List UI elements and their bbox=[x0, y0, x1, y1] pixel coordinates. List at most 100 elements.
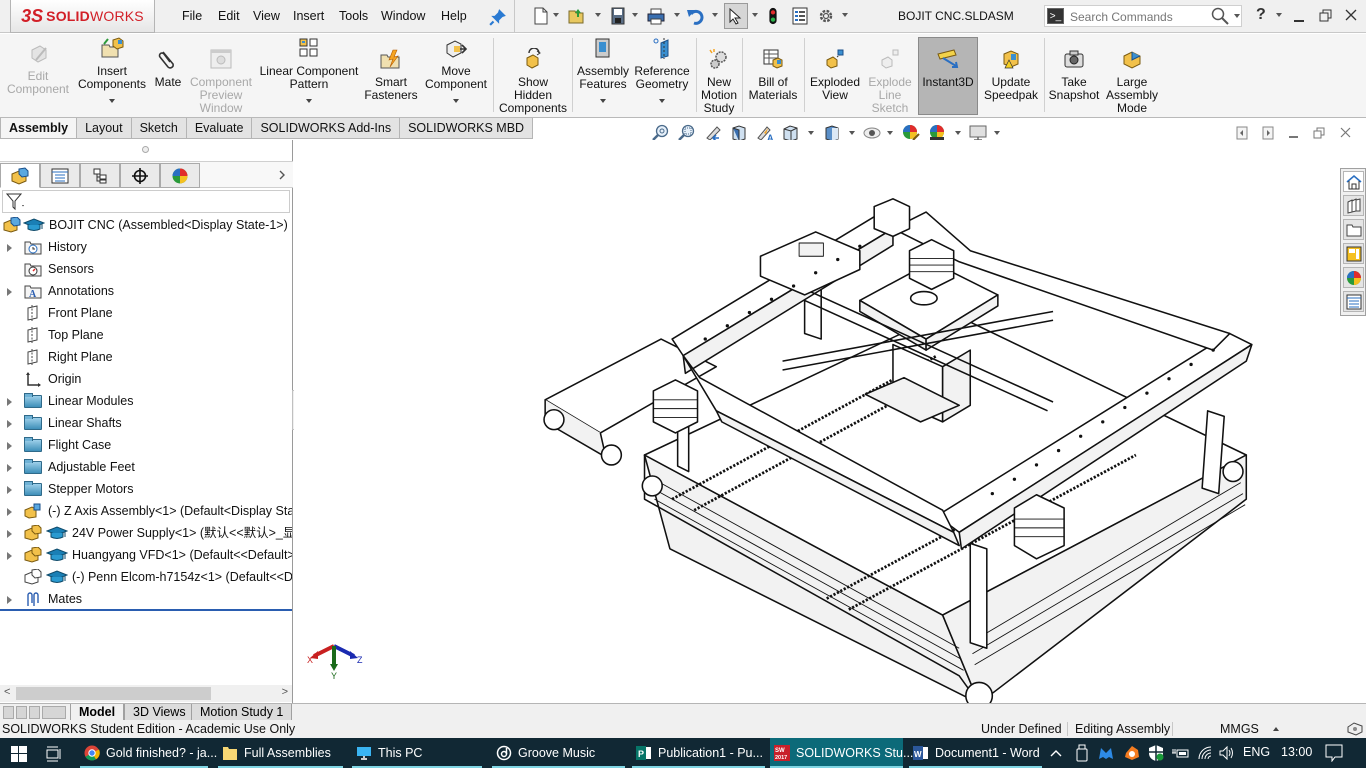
move-component-dropdown-icon[interactable] bbox=[453, 99, 459, 103]
apply-scene-dropdown-icon[interactable] bbox=[955, 131, 961, 135]
mate-button[interactable]: Mate bbox=[152, 34, 184, 116]
open-dropdown-icon[interactable] bbox=[595, 13, 601, 17]
document-minimize-button[interactable] bbox=[1289, 136, 1298, 138]
expand-arrow-icon[interactable] bbox=[7, 420, 12, 428]
next-document-icon[interactable] bbox=[1262, 126, 1274, 140]
system-clock[interactable]: 13:00 bbox=[1281, 745, 1312, 759]
instant3d-button[interactable]: Instant3D bbox=[918, 37, 978, 115]
insert-components-button[interactable]: Insert Components bbox=[76, 34, 148, 116]
new-motion-study-button[interactable]: New Motion Study bbox=[700, 34, 738, 116]
windows-defender-icon[interactable] bbox=[1148, 744, 1164, 762]
insert-components-dropdown-icon[interactable] bbox=[109, 99, 115, 103]
tree-item[interactable]: Front Plane bbox=[0, 302, 292, 324]
tree-item[interactable]: 24V Power Supply<1> (默认<<默认>_显示 bbox=[0, 522, 292, 544]
tree-item[interactable]: A Annotations bbox=[0, 280, 292, 302]
view-orientation-dropdown-icon[interactable] bbox=[808, 131, 814, 135]
task-pane-design-library[interactable] bbox=[1343, 195, 1364, 216]
task-pane-appearances[interactable] bbox=[1343, 267, 1364, 288]
taskbar-item[interactable]: Full Assemblies bbox=[218, 738, 343, 768]
usb-device-icon[interactable] bbox=[1076, 744, 1088, 762]
menu-view[interactable]: View bbox=[253, 9, 280, 23]
tree-item[interactable]: Linear Shafts bbox=[0, 412, 292, 434]
bill-of-materials-button[interactable]: Bill of Materials bbox=[746, 34, 800, 116]
take-snapshot-button[interactable]: Take Snapshot bbox=[1048, 34, 1100, 116]
menu-insert[interactable]: Insert bbox=[293, 9, 324, 23]
assembly-features-button[interactable]: Assembly Features bbox=[576, 34, 630, 116]
linear-component-pattern-button[interactable]: Linear Component Pattern bbox=[258, 34, 360, 116]
reference-geometry-dropdown-icon[interactable] bbox=[659, 99, 665, 103]
input-language[interactable]: ENG bbox=[1243, 745, 1270, 759]
tab-model[interactable]: Model bbox=[70, 704, 125, 721]
expand-arrow-icon[interactable] bbox=[7, 508, 12, 516]
reference-geometry-button[interactable]: Reference Geometry bbox=[632, 34, 692, 116]
tree-item[interactable]: Linear Modules bbox=[0, 390, 292, 412]
rebuild-traffic-light-icon[interactable] bbox=[767, 7, 779, 25]
customize-status-bar-icon[interactable] bbox=[1346, 721, 1364, 737]
tree-item[interactable]: (-) Z Axis Assembly<1> (Default<Display … bbox=[0, 500, 292, 522]
file-properties-icon[interactable] bbox=[791, 7, 809, 25]
windows-start-icon[interactable] bbox=[11, 746, 27, 762]
graphics-area[interactable]: X Z Y bbox=[294, 140, 1366, 710]
restore-button[interactable] bbox=[1319, 9, 1332, 22]
undo-dropdown-icon[interactable] bbox=[712, 13, 718, 17]
taskbar-item[interactable]: This PC bbox=[352, 738, 482, 768]
wifi-icon[interactable] bbox=[1197, 746, 1213, 760]
solidworks-logo[interactable]: 3S SOLIDWORKS bbox=[10, 0, 155, 33]
large-assembly-mode-button[interactable]: Large Assembly Mode bbox=[1104, 34, 1160, 116]
chevron-right-icon[interactable] bbox=[278, 170, 286, 180]
undo-icon[interactable] bbox=[686, 7, 704, 25]
tab-configuration-manager[interactable] bbox=[80, 163, 120, 188]
taskbar-item[interactable]: SW 2017 SOLIDWORKS Stu... bbox=[770, 738, 913, 768]
malwarebytes-icon[interactable] bbox=[1098, 746, 1114, 760]
taskbar-item[interactable]: P Publication1 - Pu... bbox=[632, 738, 765, 768]
tab-display-manager[interactable] bbox=[160, 163, 200, 188]
tree-item[interactable]: History bbox=[0, 236, 292, 258]
pattern-dropdown-icon[interactable] bbox=[306, 99, 312, 103]
menu-file[interactable]: File bbox=[182, 9, 202, 23]
show-hidden-icons-chevron-icon[interactable] bbox=[1050, 749, 1062, 757]
select-dropdown-icon[interactable] bbox=[752, 13, 758, 17]
filter-funnel-icon[interactable] bbox=[6, 193, 26, 211]
previous-tab-button[interactable] bbox=[16, 706, 27, 719]
panel-splitter-grip[interactable] bbox=[142, 146, 149, 153]
menu-tools[interactable]: Tools bbox=[339, 9, 368, 23]
document-restore-button[interactable] bbox=[1313, 127, 1325, 139]
horizontal-scrollbar[interactable]: < > bbox=[0, 685, 292, 702]
tab-3d-views[interactable]: 3D Views bbox=[124, 704, 195, 721]
search-icon[interactable] bbox=[1211, 7, 1229, 25]
taskbar-item[interactable]: W Document1 - Word bbox=[909, 738, 1042, 768]
component-preview-window-button[interactable]: Component Preview Window bbox=[188, 34, 254, 116]
action-center-notifications-icon[interactable] bbox=[1325, 744, 1343, 762]
new-document-icon[interactable] bbox=[532, 7, 550, 25]
tree-item[interactable]: Right Plane bbox=[0, 346, 292, 368]
tab-sketch[interactable]: Sketch bbox=[130, 118, 187, 139]
tree-item[interactable]: Stepper Motors bbox=[0, 478, 292, 500]
menu-edit[interactable]: Edit bbox=[218, 9, 240, 23]
expand-arrow-icon[interactable] bbox=[7, 486, 12, 494]
hide-show-dropdown-icon[interactable] bbox=[887, 131, 893, 135]
options-dropdown-icon[interactable] bbox=[842, 13, 848, 17]
tree-item[interactable]: Flight Case bbox=[0, 434, 292, 456]
assembly-features-dropdown-icon[interactable] bbox=[600, 99, 606, 103]
print-icon[interactable] bbox=[647, 7, 665, 25]
tree-item[interactable]: Sensors bbox=[0, 258, 292, 280]
save-dropdown-icon[interactable] bbox=[632, 13, 638, 17]
tree-item[interactable]: Top Plane bbox=[0, 324, 292, 346]
smart-fasteners-button[interactable]: Smart Fasteners bbox=[364, 34, 418, 116]
save-icon[interactable] bbox=[609, 7, 627, 25]
units-chevron-up-icon[interactable] bbox=[1272, 726, 1280, 732]
tab-evaluate[interactable]: Evaluate bbox=[185, 118, 253, 139]
print-dropdown-icon[interactable] bbox=[674, 13, 680, 17]
open-document-icon[interactable] bbox=[568, 7, 586, 25]
document-close-button[interactable] bbox=[1340, 127, 1351, 138]
avast-icon[interactable] bbox=[1124, 745, 1140, 761]
help-button[interactable]: ? bbox=[1256, 6, 1266, 24]
tree-item[interactable]: Origin bbox=[0, 368, 292, 390]
tab-solidworks-mbd[interactable]: SOLIDWORKS MBD bbox=[399, 118, 534, 139]
tree-root-assembly[interactable]: BOJIT CNC (Assembled<Display State-1>) bbox=[0, 214, 292, 236]
scrollbar-thumb[interactable] bbox=[16, 687, 211, 700]
expand-arrow-icon[interactable] bbox=[7, 288, 12, 296]
tab-property-manager[interactable] bbox=[40, 163, 80, 188]
menu-window[interactable]: Window bbox=[381, 9, 425, 23]
taskbar-item[interactable]: Groove Music bbox=[492, 738, 625, 768]
